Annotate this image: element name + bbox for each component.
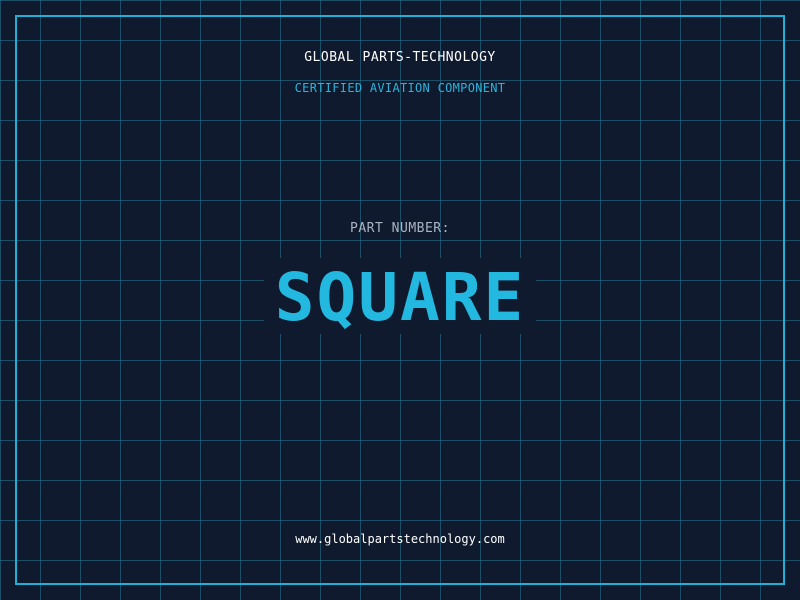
company-name: GLOBAL PARTS-TECHNOLOGY: [304, 50, 496, 65]
part-number-value: SQUARE: [274, 259, 526, 336]
part-number-label: PART NUMBER:: [350, 221, 450, 236]
certification-subtitle: CERTIFIED AVIATION COMPONENT: [294, 81, 506, 95]
website-url: www.globalpartstechnology.com: [295, 532, 505, 546]
